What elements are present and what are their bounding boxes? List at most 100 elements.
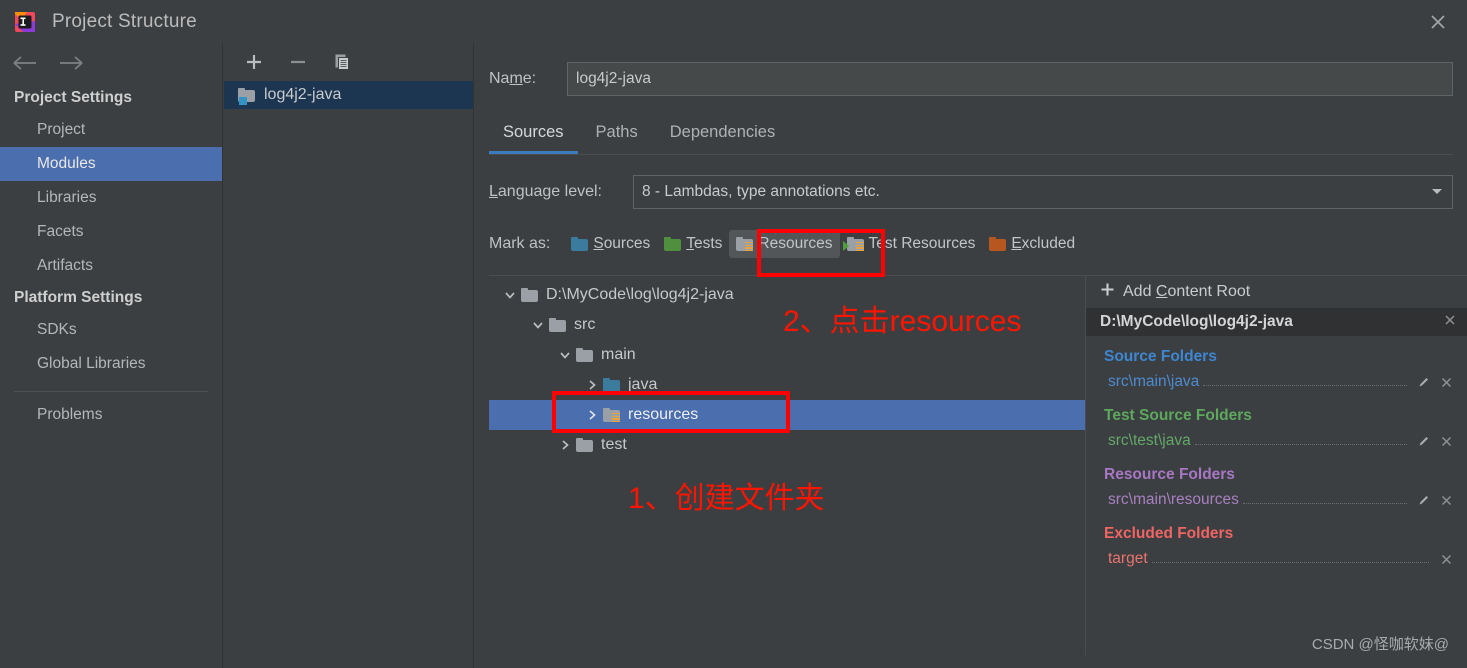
mark-as-sources-label: Sources	[593, 235, 651, 252]
mark-as-excluded-label: Excluded	[1011, 235, 1076, 252]
remove-icon[interactable]	[1435, 435, 1457, 448]
sidebar-item-problems[interactable]: Problems	[0, 398, 222, 432]
tab-paths[interactable]: Paths	[582, 117, 652, 154]
close-icon[interactable]	[1409, 0, 1467, 43]
annotation-step-1: 1、创建文件夹	[628, 482, 825, 515]
folder-gray-icon	[549, 318, 566, 332]
module-toolbar	[224, 43, 473, 81]
mark-as-tests-button[interactable]: Tests	[657, 230, 729, 258]
folder-blue-icon	[571, 237, 589, 251]
module-item-log4j2-java[interactable]: log4j2-java	[224, 81, 473, 109]
language-level-select[interactable]: 8 - Lambdas, type annotations etc.	[633, 175, 1453, 209]
arrow-right-icon[interactable]	[56, 51, 86, 75]
chevron-down-icon	[1430, 183, 1444, 201]
excluded-folder-row[interactable]: target	[1086, 546, 1467, 572]
name-input[interactable]: log4j2-java	[567, 62, 1453, 96]
folder-gray-icon	[576, 438, 593, 452]
chevron-down-icon[interactable]	[499, 289, 521, 301]
section-title-resource-folders: Resource Folders	[1104, 466, 1235, 483]
tree-row-main[interactable]: main	[489, 340, 1085, 370]
tree-label: resources	[628, 406, 699, 423]
settings-sidebar: Project Settings Project Modules Librari…	[0, 43, 223, 668]
source-folder-row[interactable]: src\main\java	[1086, 369, 1467, 395]
section-title-test-source-folders: Test Source Folders	[1104, 407, 1252, 424]
sidebar-group-platform-settings: Platform Settings	[14, 289, 143, 306]
tab-sources[interactable]: Sources	[489, 117, 578, 154]
watermark: CSDN @怪咖软妹@	[1311, 636, 1449, 653]
folder-resources-icon	[736, 237, 754, 252]
mark-as-resources-label: Resources	[758, 235, 833, 252]
folder-test-resources-icon	[842, 237, 864, 252]
minus-icon[interactable]	[286, 50, 310, 74]
mark-as-row: Mark as: Sources Tests Resources Test Re…	[489, 230, 1453, 258]
module-item-label: log4j2-java	[264, 86, 342, 103]
remove-icon[interactable]	[1435, 553, 1457, 566]
intellij-idea-icon	[14, 11, 36, 33]
chevron-down-icon[interactable]	[527, 319, 549, 331]
edit-pencil-icon[interactable]	[1413, 375, 1435, 389]
name-label: Name:	[489, 70, 537, 87]
sidebar-item-artifacts[interactable]: Artifacts	[0, 249, 222, 283]
sidebar-item-libraries[interactable]: Libraries	[0, 181, 222, 215]
folder-gray-icon	[521, 288, 538, 302]
resource-folder-row[interactable]: src\main\resources	[1086, 487, 1467, 513]
folder-module-icon	[238, 88, 255, 105]
module-editor: Name: log4j2-java Sources Paths Dependen…	[475, 43, 1467, 668]
mark-as-tests-label: Tests	[686, 235, 723, 252]
section-title-excluded-folders: Excluded Folders	[1104, 525, 1234, 542]
dotted-leader	[1151, 552, 1429, 563]
tree-label: D:\MyCode\log\log4j2-java	[546, 286, 734, 303]
remove-icon[interactable]	[1435, 376, 1457, 389]
chevron-down-icon[interactable]	[554, 349, 576, 361]
tree-row-java[interactable]: java	[489, 370, 1085, 400]
folder-path: target	[1108, 550, 1148, 567]
folder-path: src\main\resources	[1108, 491, 1239, 508]
tree-label: src	[574, 316, 596, 333]
title-bar: Project Structure	[0, 0, 1467, 43]
language-level-row: Language level: 8 - Lambdas, type annota…	[489, 175, 1453, 209]
section-title-source-folders: Source Folders	[1104, 348, 1217, 365]
edit-pencil-icon[interactable]	[1413, 434, 1435, 448]
tree-row-test[interactable]: test	[489, 430, 1085, 460]
close-icon[interactable]	[1443, 313, 1457, 332]
name-row: Name: log4j2-java	[489, 61, 1453, 97]
sidebar-divider	[14, 391, 208, 392]
chevron-right-icon[interactable]	[554, 439, 576, 451]
folder-path: src\test\java	[1108, 432, 1191, 449]
chevron-right-icon[interactable]	[581, 409, 603, 421]
folder-blue-icon	[603, 378, 620, 392]
navigation-arrows	[0, 43, 222, 83]
folder-orange-icon	[989, 237, 1007, 251]
arrow-left-icon[interactable]	[10, 51, 40, 75]
language-level-label: Language level:	[489, 183, 602, 200]
module-list-panel: log4j2-java	[224, 43, 474, 668]
sidebar-item-sdks[interactable]: SDKs	[0, 313, 222, 347]
sidebar-item-global-libraries[interactable]: Global Libraries	[0, 347, 222, 381]
remove-icon[interactable]	[1435, 494, 1457, 507]
mark-as-resources-button[interactable]: Resources	[729, 230, 840, 258]
sidebar-item-facets[interactable]: Facets	[0, 215, 222, 249]
dotted-leader	[1194, 434, 1407, 445]
add-content-root-button[interactable]: Add Content Root	[1086, 276, 1467, 308]
edit-pencil-icon[interactable]	[1413, 493, 1435, 507]
chevron-right-icon[interactable]	[581, 379, 603, 391]
content-roots-panel: Add Content Root D:\MyCode\log\log4j2-ja…	[1085, 276, 1467, 655]
folder-path: src\main\java	[1108, 373, 1200, 390]
mark-as-test-resources-button[interactable]: Test Resources	[840, 230, 983, 258]
project-structure-dialog: Project Structure Project Settings Proje…	[0, 0, 1467, 668]
add-content-root-label: Add Content Root	[1123, 283, 1251, 300]
tree-row-resources[interactable]: resources	[489, 400, 1085, 430]
sidebar-item-project[interactable]: Project	[0, 113, 222, 147]
folder-green-icon	[664, 237, 682, 251]
mark-as-excluded-button[interactable]: Excluded	[982, 230, 1082, 258]
editor-tabs: Sources Paths Dependencies	[489, 117, 1467, 154]
copy-icon[interactable]	[330, 50, 354, 74]
test-source-folder-row[interactable]: src\test\java	[1086, 428, 1467, 454]
folder-gray-icon	[576, 348, 593, 362]
plus-icon	[1100, 282, 1115, 302]
mark-as-sources-button[interactable]: Sources	[564, 230, 657, 258]
tab-dependencies[interactable]: Dependencies	[656, 117, 790, 154]
sidebar-item-modules[interactable]: Modules	[0, 147, 222, 181]
folder-resources-icon	[603, 408, 620, 423]
plus-icon[interactable]	[242, 50, 266, 74]
